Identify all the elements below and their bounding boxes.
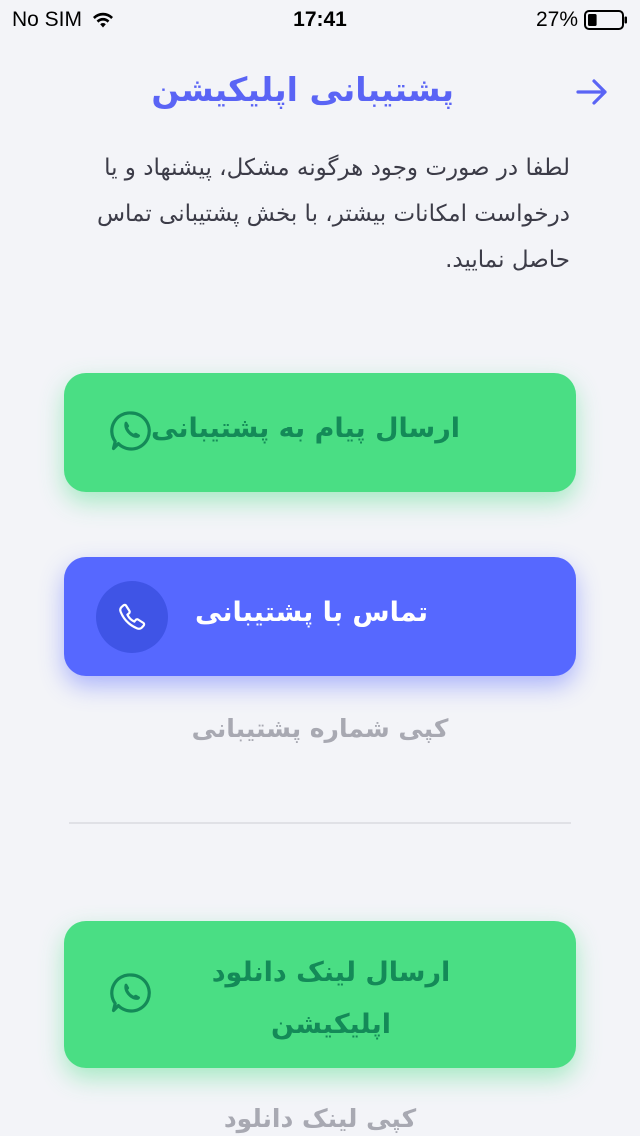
phone-icon	[119, 603, 146, 630]
battery-icon	[584, 10, 627, 30]
support-description: لطفا در صورت وجود هرگونه مشکل، پیشنهاد و…	[96, 155, 570, 273]
battery-group: 27%	[536, 8, 628, 32]
battery-percent: 27%	[535, 8, 578, 31]
whatsapp-icon	[110, 411, 151, 451]
divider	[69, 822, 571, 824]
header: پشتیبانی اپلیکیشن	[0, 60, 640, 124]
send-download-link-button[interactable]: ارسال لینک دانلود اپلیکیشن	[64, 921, 576, 1068]
status-bar: No SIM 17:41 27%	[0, 0, 640, 40]
copy-download-link[interactable]: کپی لینک دانلود	[0, 1104, 640, 1133]
arrow-right-icon[interactable]	[574, 74, 610, 110]
whatsapp-icon	[110, 973, 151, 1013]
whatsapp-support-label: ارسال پیام به پشتیبانی	[151, 413, 460, 444]
whatsapp-support-button[interactable]: ارسال پیام به پشتیبانی	[64, 373, 576, 492]
send-download-link-label-line1: ارسال لینک دانلود	[211, 957, 451, 988]
copy-support-number-link[interactable]: کپی شماره پشتیبانی	[0, 714, 640, 743]
send-download-link-label: ارسال لینک دانلود اپلیکیشن	[166, 947, 496, 1051]
call-support-button[interactable]: تماس با پشتیبانی	[64, 557, 576, 676]
call-support-label: تماس با پشتیبانی	[195, 597, 428, 628]
phone-icon-circle	[96, 581, 168, 653]
send-download-link-label-line2: اپلیکیشن	[271, 1009, 391, 1040]
page-title: پشتیبانی اپلیکیشن	[151, 70, 454, 109]
